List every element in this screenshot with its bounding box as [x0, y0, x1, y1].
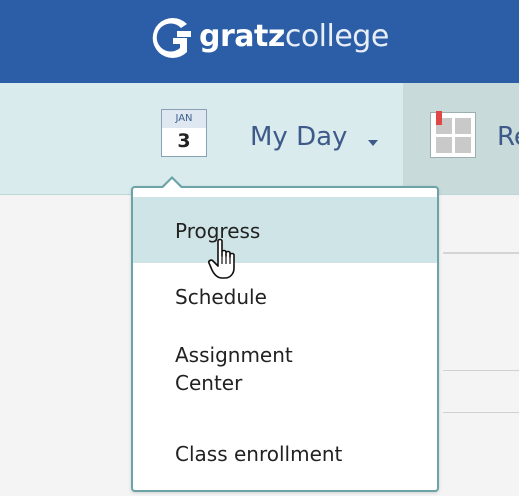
- myday-dropdown-menu: Progress Schedule Assignment Center Clas…: [131, 186, 439, 492]
- caret-down-icon[interactable]: [368, 140, 378, 146]
- calendar-day: 3: [177, 130, 191, 152]
- content-divider: [443, 370, 519, 371]
- menu-item-assignment-center[interactable]: Assignment Center: [133, 335, 437, 415]
- reports-menu-label[interactable]: Re: [497, 122, 519, 152]
- menu-item-schedule[interactable]: Schedule: [133, 276, 437, 320]
- gratz-logo[interactable]: gratzcollege: [147, 10, 389, 66]
- myday-menu-label[interactable]: My Day: [250, 122, 347, 152]
- top-header: gratzcollege: [0, 0, 519, 83]
- report-grid-icon[interactable]: [430, 111, 476, 158]
- content-divider: [443, 412, 519, 413]
- hand-pointer-icon: [208, 238, 244, 286]
- calendar-month: JAN: [162, 110, 206, 128]
- brand-wordmark: gratzcollege: [199, 18, 389, 54]
- content-divider: [443, 252, 519, 254]
- menu-item-progress[interactable]: Progress: [133, 197, 437, 263]
- menu-item-class-enrollment[interactable]: Class enrollment: [133, 430, 437, 474]
- gratz-g-logo-icon: [152, 18, 191, 59]
- calendar-icon[interactable]: JAN 3: [161, 109, 207, 157]
- dropdown-pointer-inner: [163, 179, 181, 188]
